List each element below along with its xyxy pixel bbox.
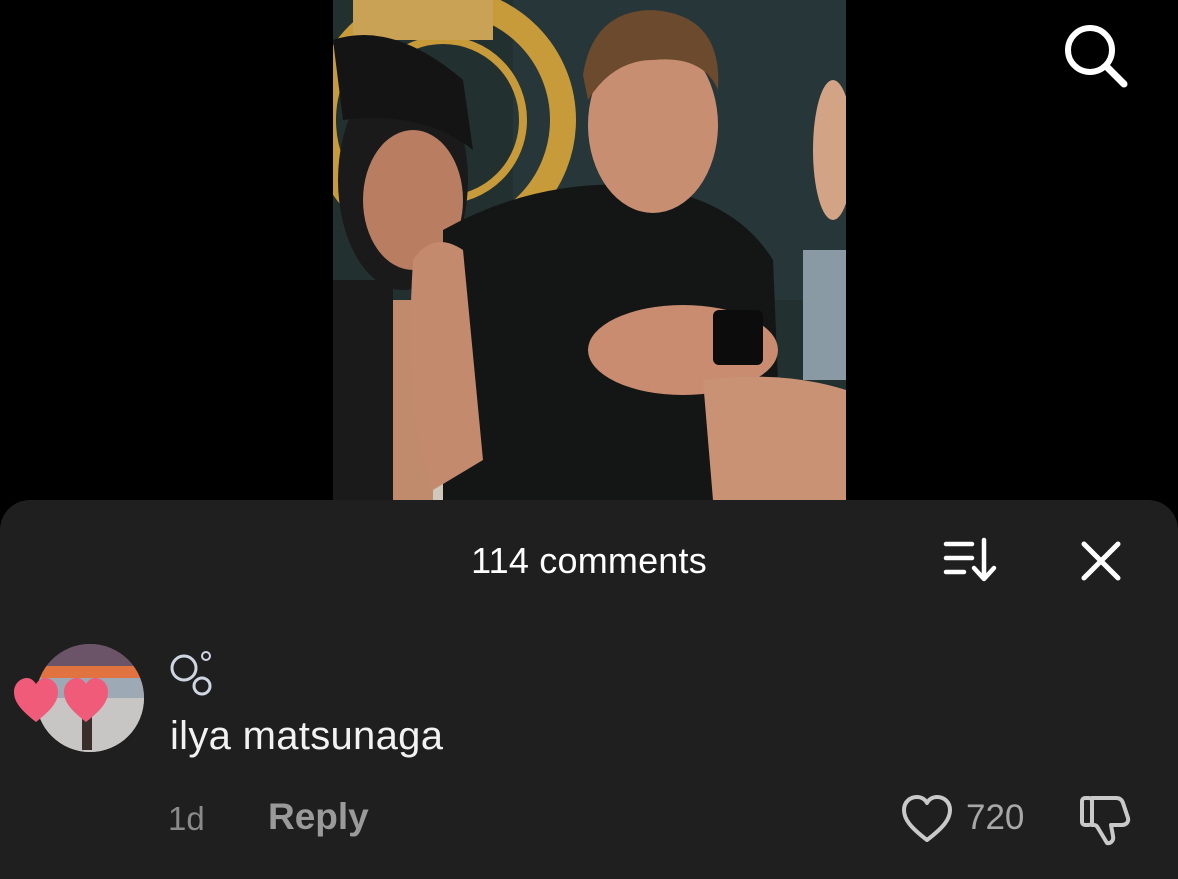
comment-item: ilya matsunaga 1d Reply 720	[0, 640, 1178, 860]
video-frame-image	[333, 0, 846, 500]
search-button[interactable]	[1062, 22, 1128, 88]
screen: 114 comments ilya matsunaga 1d Reply 720	[0, 0, 1178, 879]
close-icon	[1081, 541, 1121, 581]
sort-button[interactable]	[940, 536, 1000, 586]
comment-timestamp: 1d	[168, 800, 205, 837]
comments-sheet: 114 comments ilya matsunaga 1d Reply 720	[0, 500, 1178, 879]
search-icon	[1065, 25, 1128, 88]
heart-icon	[902, 795, 952, 842]
like-count: 720	[966, 798, 1025, 837]
comment-username[interactable]: ilya matsunaga	[170, 714, 443, 759]
close-button[interactable]	[1074, 534, 1128, 588]
thumbs-down-icon	[1080, 796, 1131, 846]
bubbles-icon	[170, 651, 212, 696]
reply-button[interactable]: Reply	[268, 796, 369, 838]
dislike-button[interactable]	[1078, 792, 1136, 848]
video-thumbnail[interactable]	[333, 0, 846, 500]
sort-icon	[943, 537, 997, 582]
hearts-eyes-icon	[14, 678, 108, 722]
comments-header: 114 comments	[0, 500, 1178, 620]
comment-count: 114 comments	[471, 540, 707, 581]
like-button[interactable]	[900, 794, 954, 844]
